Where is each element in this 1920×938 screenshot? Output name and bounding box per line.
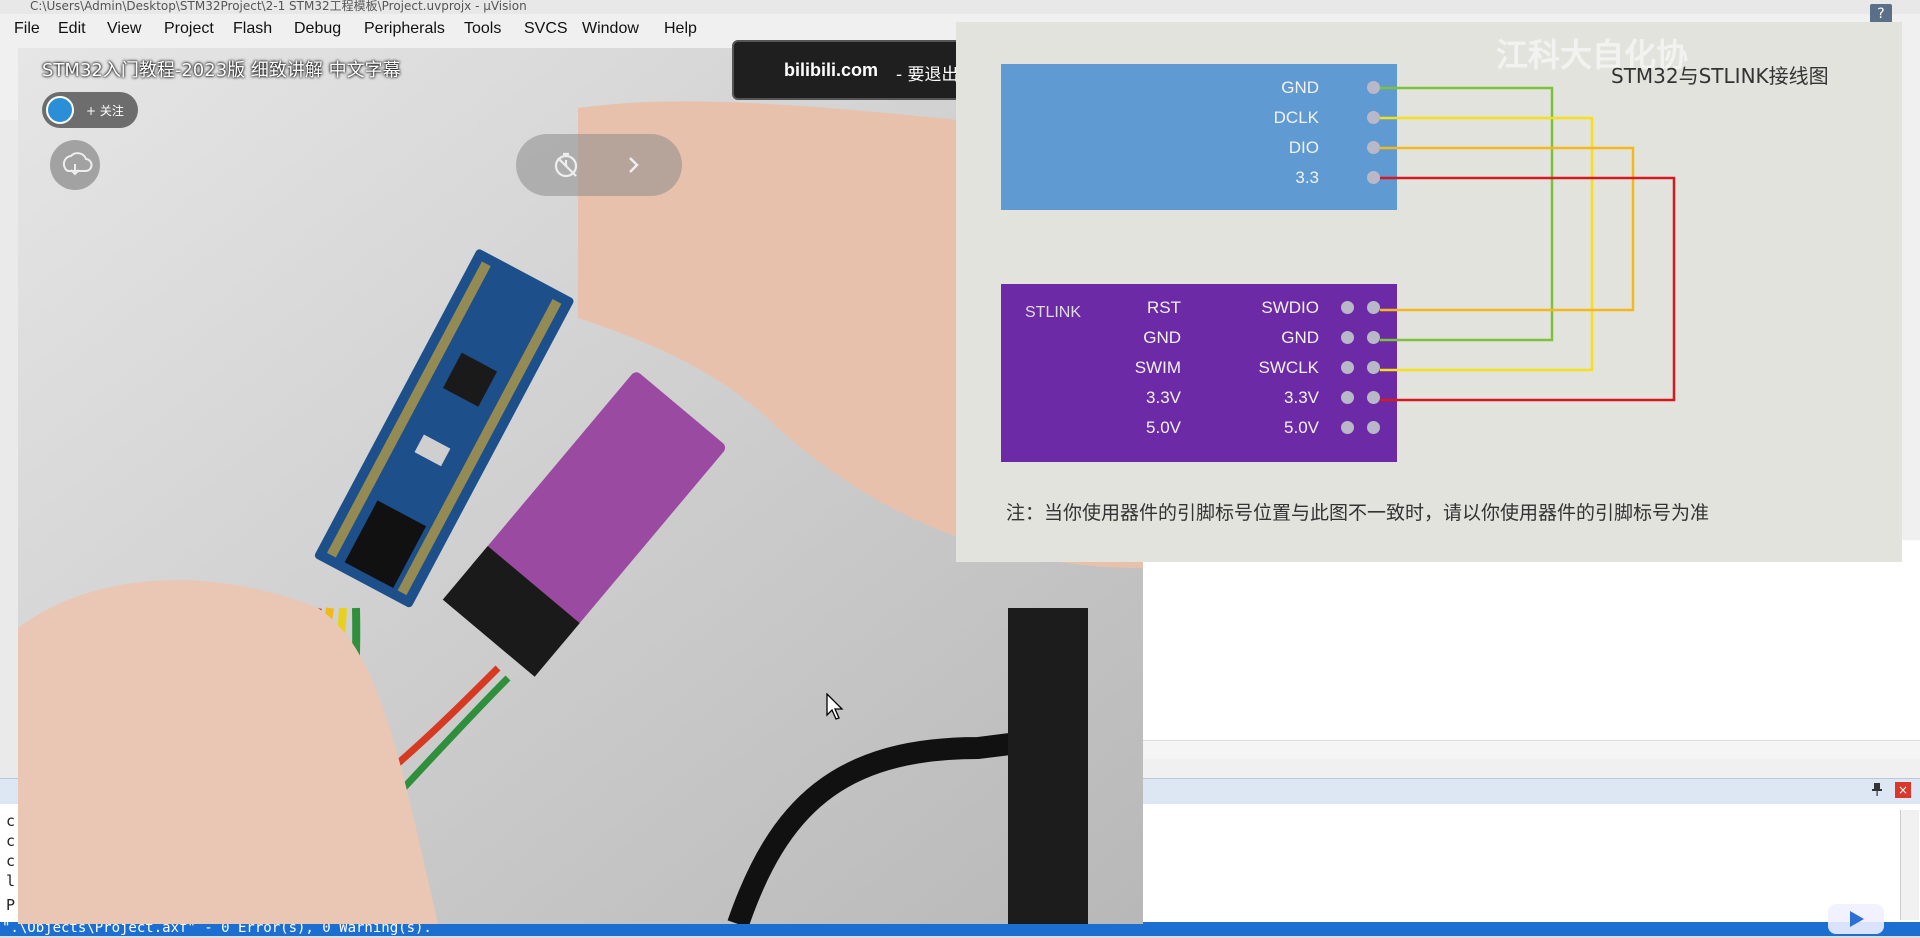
build-line: P <box>6 896 16 914</box>
play-icon[interactable] <box>1828 904 1884 934</box>
float-window-icon <box>62 152 93 176</box>
build-line: c <box>6 852 16 870</box>
menu-svcs[interactable]: SVCS <box>524 20 568 38</box>
chevron-right-icon[interactable] <box>624 152 644 178</box>
menu-tools[interactable]: Tools <box>464 20 501 38</box>
notice-domain: bilibili.com <box>784 60 879 80</box>
menu-edit[interactable]: Edit <box>58 20 86 38</box>
menu-debug[interactable]: Debug <box>294 20 341 38</box>
menu-view[interactable]: View <box>107 20 141 38</box>
menu-file[interactable]: File <box>14 20 40 38</box>
menu-flash[interactable]: Flash <box>233 20 272 38</box>
ide-title-bar: C:\Users\Admin\Desktop\STM32Project\2-1 … <box>0 0 1920 14</box>
float-window-button[interactable] <box>50 140 100 190</box>
video-title: STM32入门教程-2023版 细致讲解 中文字幕 <box>42 60 401 81</box>
close-icon[interactable]: × <box>1895 782 1911 798</box>
wiring-diagram: 江科大自化协 STM32与STLINK接线图 GND DCLK DIO 3.3 … <box>956 22 1902 562</box>
follow-label: + 关注 <box>86 104 124 118</box>
menu-project[interactable]: Project <box>164 20 214 38</box>
follow-button[interactable]: + 关注 <box>42 92 138 128</box>
build-status-line: ".\Objects\Project.axf" - 0 Error(s), 0 … <box>0 922 1920 936</box>
build-vertical-scrollbar[interactable] <box>1900 810 1919 920</box>
playback-controls[interactable] <box>516 134 682 196</box>
connection-wires <box>1380 86 1676 402</box>
help-icon[interactable]: ? <box>1870 4 1892 24</box>
build-line: l <box>6 872 16 890</box>
diagram-note: 注：当你使用器件的引脚标号位置与此图不一致时，请以你使用器件的引脚标号为准 <box>1006 502 1710 524</box>
menu-window[interactable]: Window <box>582 20 639 38</box>
wire-dclk <box>1380 116 1594 372</box>
menu-peripherals[interactable]: Peripherals <box>364 20 445 38</box>
build-line: c <box>6 832 16 850</box>
mouse-cursor-icon <box>826 693 846 721</box>
pin-icon[interactable] <box>1870 782 1884 800</box>
menu-help[interactable]: Help <box>664 20 697 38</box>
build-line: c <box>6 812 16 830</box>
wire-dio <box>1380 146 1635 312</box>
uploader-avatar[interactable] <box>46 96 74 124</box>
project-panel <box>0 120 19 780</box>
timer-icon[interactable] <box>552 150 582 180</box>
wire-gnd <box>1380 86 1554 342</box>
wire-3v3 <box>1380 176 1676 402</box>
